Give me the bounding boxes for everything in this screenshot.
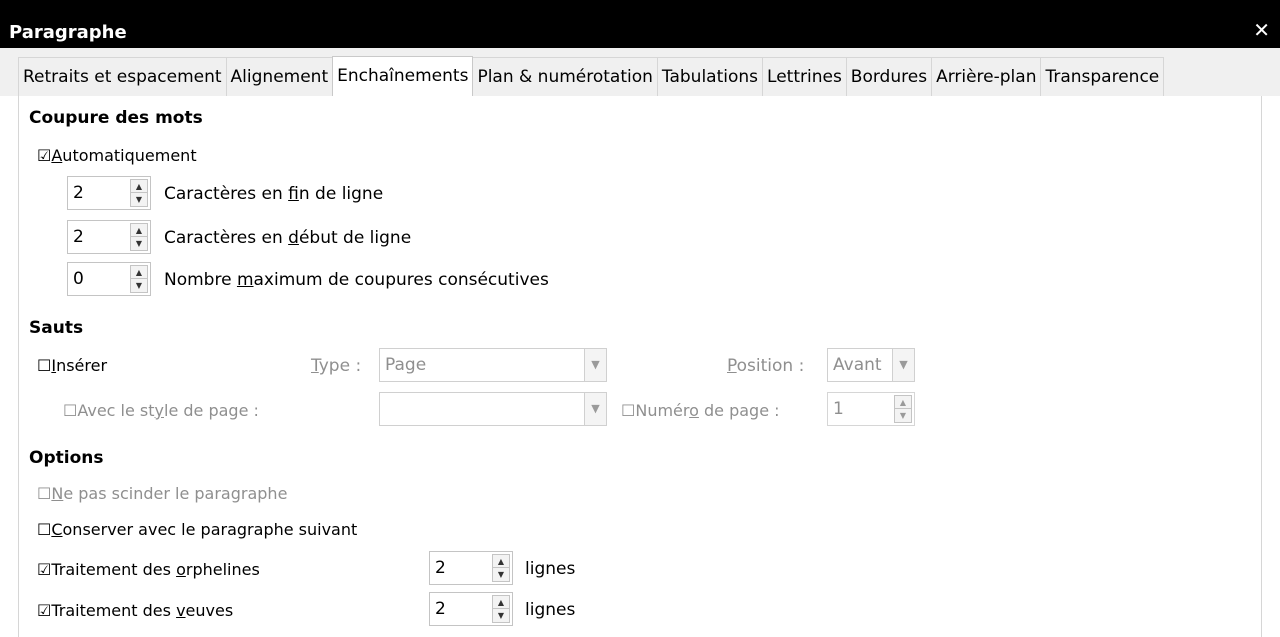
- spin-up-icon[interactable]: ▲: [895, 396, 911, 409]
- window-title: Paragraphe: [9, 22, 127, 43]
- select-value: Avant: [833, 355, 882, 375]
- checkbox-icon: ☑: [37, 560, 52, 579]
- spin-value: 0: [73, 269, 84, 289]
- widows-spinbox[interactable]: 2 ▲ ▼: [429, 592, 513, 626]
- select-value: Page: [385, 355, 427, 375]
- title-bar: Paragraphe ✕: [0, 0, 1280, 48]
- end-chars-spinbox[interactable]: 2 ▲ ▼: [67, 176, 151, 210]
- checkbox-icon: ☐: [621, 401, 636, 420]
- options-heading: Options: [29, 448, 104, 468]
- spin-down-icon[interactable]: ▼: [493, 609, 509, 622]
- spin-up-icon[interactable]: ▲: [131, 180, 147, 193]
- chevron-down-icon: ▼: [892, 349, 914, 381]
- tab-bar: Retraits et espacement Alignement Enchaî…: [0, 48, 1280, 96]
- spin-up-icon[interactable]: ▲: [493, 596, 509, 609]
- spin-down-icon[interactable]: ▼: [493, 568, 509, 581]
- max-hyphens-spinbox[interactable]: 0 ▲ ▼: [67, 262, 151, 296]
- spin-buttons: ▲ ▼: [130, 179, 148, 207]
- spin-down-icon[interactable]: ▼: [131, 193, 147, 206]
- checkbox-icon: ☑: [37, 146, 52, 165]
- page-style-select[interactable]: ▼: [379, 392, 607, 426]
- page-number-checkbox[interactable]: ☐Numéro de page :: [621, 401, 780, 420]
- label-accel: A: [51, 146, 63, 165]
- spin-down-icon[interactable]: ▼: [131, 279, 147, 292]
- insert-break-checkbox[interactable]: ☐Insérer: [37, 356, 107, 375]
- break-type-label: Type :: [311, 356, 362, 376]
- tab-retraits-espacement[interactable]: Retraits et espacement: [18, 57, 227, 96]
- tab-tabulations[interactable]: Tabulations: [656, 57, 764, 96]
- widows-checkbox[interactable]: ☑Traitement des veuves: [37, 601, 233, 620]
- checkbox-icon: ☐: [37, 484, 52, 503]
- tab-list: Retraits et espacement Alignement Enchaî…: [18, 56, 1165, 96]
- spin-up-icon[interactable]: ▲: [131, 224, 147, 237]
- tab-plan-numerotation[interactable]: Plan & numérotation: [472, 57, 658, 96]
- break-type-select[interactable]: Page ▼: [379, 348, 607, 382]
- spin-up-icon[interactable]: ▲: [493, 555, 509, 568]
- tab-alignement[interactable]: Alignement: [225, 57, 334, 96]
- spin-buttons: ▲ ▼: [130, 265, 148, 293]
- spin-value: 2: [73, 183, 84, 203]
- orphans-spinbox[interactable]: 2 ▲ ▼: [429, 551, 513, 585]
- begin-chars-label: Caractères en début de ligne: [164, 228, 412, 248]
- spin-value: 2: [73, 227, 84, 247]
- tab-enchainements[interactable]: Enchaînements: [332, 56, 474, 96]
- spin-value: 1: [833, 399, 844, 419]
- breaks-heading: Sauts: [29, 318, 84, 338]
- checkbox-icon: ☑: [37, 601, 52, 620]
- tab-transparence[interactable]: Transparence: [1040, 57, 1165, 96]
- orphans-unit: lignes: [525, 559, 576, 579]
- keep-together-checkbox[interactable]: ☐Ne pas scinder le paragraphe: [37, 484, 287, 503]
- checkbox-icon: ☐: [37, 356, 52, 375]
- close-icon[interactable]: ✕: [1253, 18, 1270, 42]
- chevron-down-icon: ▼: [584, 349, 606, 381]
- tab-panel-enchainements: Coupure des mots ☑Automatiquement 2 ▲ ▼ …: [18, 96, 1262, 637]
- auto-hyphenation-checkbox[interactable]: ☑Automatiquement: [37, 146, 197, 165]
- max-hyphens-label: Nombre maximum de coupures consécutives: [164, 270, 549, 290]
- spin-down-icon[interactable]: ▼: [131, 237, 147, 250]
- spin-value: 2: [435, 599, 446, 619]
- spin-buttons: ▲ ▼: [130, 223, 148, 251]
- spin-buttons: ▲ ▼: [894, 395, 912, 423]
- keep-with-next-checkbox[interactable]: ☐Conserver avec le paragraphe suivant: [37, 520, 357, 539]
- page-number-spinbox[interactable]: 1 ▲ ▼: [827, 392, 915, 426]
- label-text: utomatiquement: [62, 146, 197, 165]
- tab-bordures[interactable]: Bordures: [845, 57, 933, 96]
- widows-unit: lignes: [525, 600, 576, 620]
- spin-up-icon[interactable]: ▲: [131, 266, 147, 279]
- spin-buttons: ▲ ▼: [492, 595, 510, 623]
- checkbox-icon: ☐: [63, 401, 78, 420]
- checkbox-icon: ☐: [37, 520, 52, 539]
- break-position-label: Position :: [727, 356, 805, 376]
- break-position-select[interactable]: Avant ▼: [827, 348, 915, 382]
- chevron-down-icon: ▼: [584, 393, 606, 425]
- end-chars-label: Caractères en fin de ligne: [164, 184, 384, 204]
- tab-arriere-plan[interactable]: Arrière-plan: [931, 57, 1042, 96]
- begin-chars-spinbox[interactable]: 2 ▲ ▼: [67, 220, 151, 254]
- spin-value: 2: [435, 558, 446, 578]
- spin-buttons: ▲ ▼: [492, 554, 510, 582]
- hyphenation-heading: Coupure des mots: [29, 108, 203, 128]
- orphans-checkbox[interactable]: ☑Traitement des orphelines: [37, 560, 260, 579]
- tab-lettrines[interactable]: Lettrines: [762, 57, 847, 96]
- page-style-checkbox[interactable]: ☐Avec le style de page :: [63, 401, 259, 420]
- spin-down-icon[interactable]: ▼: [895, 409, 911, 422]
